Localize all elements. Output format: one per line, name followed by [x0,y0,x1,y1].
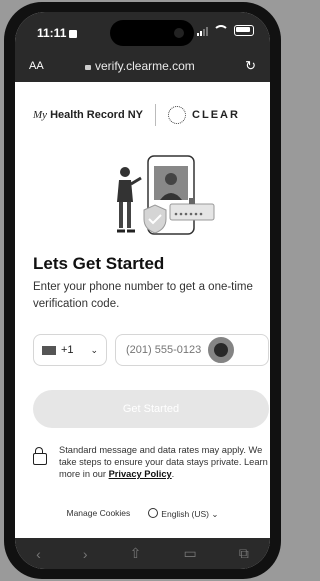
screen: 11:11 AA verify.clearme.com ↻ My Health … [15,12,270,569]
status-icons [197,25,254,36]
lock-icon [33,447,47,465]
page-subtitle: Enter your phone number to get a one-tim… [33,281,253,310]
reload-icon[interactable]: ↻ [245,58,256,74]
chevron-down-icon: ⌄ [90,344,98,355]
privacy-policy-link[interactable]: Privacy Policy [109,469,172,479]
dynamic-island [110,20,194,46]
tabs-icon[interactable]: ⧉ [239,545,249,562]
lock-icon [85,64,91,70]
health-record-ny-logo: My Health Record NY [33,109,144,121]
phone-verification-illustration [117,155,215,235]
language-select[interactable]: English (US) ⌄ [148,508,219,520]
phone-frame: 11:11 AA verify.clearme.com ↻ My Health … [4,2,281,579]
signal-icon [197,26,208,36]
wifi-icon [213,25,229,36]
browser-chrome: 11:11 AA verify.clearme.com ↻ [15,12,270,82]
url-display[interactable]: verify.clearme.com [85,59,195,73]
footer: Manage Cookies English (US) ⌄ [15,508,270,520]
manage-cookies-link[interactable]: Manage Cookies [67,508,131,520]
bookmarks-icon[interactable]: ▭ [184,545,197,562]
status-time: 11:11 [37,26,78,40]
address-bar[interactable]: AA verify.clearme.com ↻ [15,55,270,77]
phone-number-input[interactable] [115,334,269,366]
us-flag-icon [42,345,56,355]
privacy-notice: Standard message and data rates may appl… [33,444,270,480]
forward-icon[interactable]: › [83,546,88,562]
clear-mark-icon [168,106,187,124]
text-size-button[interactable]: AA [29,60,44,72]
touch-indicator [208,337,234,363]
focus-icon [69,30,78,38]
logo-row: My Health Record NY CLEAR [33,104,240,126]
globe-icon [148,508,159,518]
camera-icon [174,28,184,38]
back-icon[interactable]: ‹ [36,546,41,562]
country-code-select[interactable]: +1 ⌄ [33,334,107,366]
share-icon[interactable]: ⇧ [130,545,142,562]
clear-logo: CLEAR [168,106,240,124]
browser-toolbar: ‹ › ⇧ ▭ ⧉ [15,538,270,569]
page-title: Lets Get Started [33,254,165,273]
get-started-button[interactable]: Get Started [33,390,269,428]
battery-icon [234,25,254,36]
divider [155,104,157,126]
